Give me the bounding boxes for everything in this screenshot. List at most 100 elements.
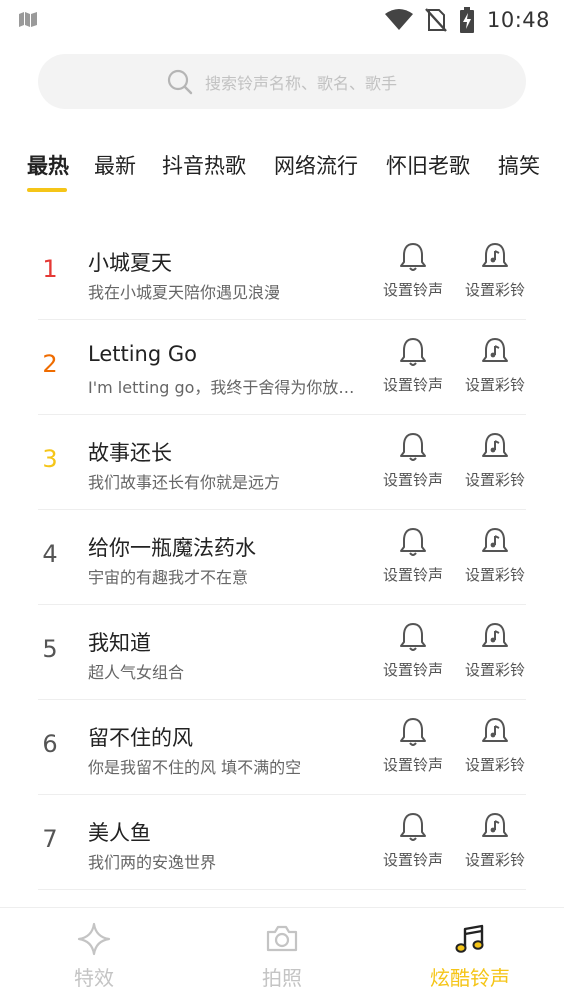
bell-music-icon — [482, 433, 508, 457]
bell-music-icon — [482, 718, 508, 742]
nav-camera[interactable]: 拍照 — [222, 922, 342, 991]
battery-charging-icon — [459, 7, 474, 33]
bell-music-icon — [482, 623, 508, 647]
set-ringtone-label: 设置铃声 — [382, 566, 443, 584]
list-item[interactable]: 2 Letting Go I'm letting go，我终于舍得为你放开手 设… — [0, 320, 564, 415]
list-item[interactable]: 5 我知道 超人气女组合 设置铃声 设置彩铃 — [0, 605, 564, 700]
song-title: Letting Go — [88, 342, 197, 366]
set-ringtone-label: 设置铃声 — [382, 756, 443, 774]
bell-music-icon — [482, 338, 508, 362]
rank-number: 5 — [42, 635, 58, 663]
music-note-icon — [455, 924, 484, 953]
bell-icon — [400, 243, 426, 271]
set-color-ring-label: 设置彩铃 — [464, 281, 525, 299]
set-ringtone-button[interactable]: 设置铃声 — [378, 431, 448, 490]
set-color-ring-label: 设置彩铃 — [464, 376, 525, 394]
bell-music-icon — [482, 243, 508, 267]
rank-number: 6 — [42, 730, 58, 758]
status-time: 10:48 — [486, 8, 550, 32]
search-icon — [167, 69, 193, 94]
sparkle-icon — [77, 922, 111, 956]
search-placeholder: 搜索铃声名称、歌名、歌手 — [204, 73, 397, 93]
search-bar[interactable]: 搜索铃声名称、歌名、歌手 — [38, 54, 526, 109]
tab-funny[interactable]: 搞笑 — [498, 146, 540, 190]
active-tab-indicator — [27, 188, 67, 192]
no-sim-icon — [425, 8, 447, 32]
rank-number: 1 — [42, 255, 58, 283]
list-item[interactable]: 7 美人鱼 我们两的安逸世界 设置铃声 设置彩铃 — [0, 795, 564, 890]
set-ringtone-button[interactable]: 设置铃声 — [378, 336, 448, 395]
song-title: 小城夏天 — [88, 251, 172, 275]
set-ringtone-button[interactable]: 设置铃声 — [378, 526, 448, 585]
nav-camera-label: 拍照 — [262, 966, 302, 990]
nav-cool-ringtones[interactable]: 炫酷铃声 — [410, 922, 530, 991]
tab-hottest[interactable]: 最热 — [27, 146, 69, 190]
set-color-ring-button[interactable]: 设置彩铃 — [460, 716, 530, 775]
divider — [38, 889, 526, 890]
song-subtitle: 宇宙的有趣我才不在意 — [88, 568, 249, 587]
set-ringtone-label: 设置铃声 — [382, 851, 443, 869]
set-ringtone-button[interactable]: 设置铃声 — [378, 811, 448, 870]
song-subtitle: 超人气女组合 — [88, 663, 185, 682]
set-ringtone-button[interactable]: 设置铃声 — [378, 241, 448, 300]
status-bar: 10:48 — [0, 0, 564, 40]
bell-icon — [400, 813, 426, 841]
status-right: 10:48 — [384, 6, 550, 34]
set-color-ring-label: 设置彩铃 — [464, 566, 525, 584]
set-color-ring-label: 设置彩铃 — [464, 661, 525, 679]
tab-douyin-hits[interactable]: 抖音热歌 — [162, 146, 246, 190]
song-list: 1 小城夏天 我在小城夏天陪你遇见浪漫 设置铃声 设置彩铃 2 Letting … — [0, 225, 564, 890]
rank-number: 2 — [42, 350, 58, 378]
song-title: 给你一瓶魔法药水 — [88, 536, 256, 560]
song-title: 故事还长 — [88, 441, 172, 465]
song-subtitle: 我在小城夏天陪你遇见浪漫 — [88, 283, 281, 302]
bell-icon — [400, 433, 426, 461]
bottom-nav: 特效 拍照 炫酷铃声 — [0, 907, 564, 1002]
set-color-ring-button[interactable]: 设置彩铃 — [460, 811, 530, 870]
set-ringtone-label: 设置铃声 — [382, 661, 443, 679]
bell-icon — [400, 718, 426, 746]
set-ringtone-button[interactable]: 设置铃声 — [378, 621, 448, 680]
tab-internet-popular[interactable]: 网络流行 — [274, 146, 358, 190]
song-title: 美人鱼 — [88, 821, 151, 845]
nav-cool-ringtones-label: 炫酷铃声 — [430, 966, 510, 990]
song-subtitle: I'm letting go，我终于舍得为你放开手 — [88, 378, 360, 397]
tab-newest[interactable]: 最新 — [94, 146, 136, 190]
set-color-ring-button[interactable]: 设置彩铃 — [460, 526, 530, 585]
set-ringtone-label: 设置铃声 — [382, 471, 443, 489]
set-color-ring-button[interactable]: 设置彩铃 — [460, 431, 530, 490]
list-item[interactable]: 1 小城夏天 我在小城夏天陪你遇见浪漫 设置铃声 设置彩铃 — [0, 225, 564, 320]
song-title: 我知道 — [88, 631, 151, 655]
list-item[interactable]: 3 故事还长 我们故事还长有你就是远方 设置铃声 设置彩铃 — [0, 415, 564, 510]
song-title: 留不住的风 — [88, 726, 193, 750]
set-ringtone-label: 设置铃声 — [382, 281, 443, 299]
set-color-ring-label: 设置彩铃 — [464, 851, 525, 869]
song-subtitle: 我们两的安逸世界 — [88, 853, 217, 872]
rank-number: 4 — [42, 540, 58, 568]
list-item[interactable]: 4 给你一瓶魔法药水 宇宙的有趣我才不在意 设置铃声 设置彩铃 — [0, 510, 564, 605]
bell-music-icon — [482, 528, 508, 552]
nav-effects-label: 特效 — [74, 966, 114, 990]
list-item[interactable]: 6 留不住的风 你是我留不住的风 填不满的空 设置铃声 设置彩铃 — [0, 700, 564, 795]
bell-music-icon — [482, 813, 508, 837]
tab-classic-oldies[interactable]: 怀旧老歌 — [386, 146, 470, 190]
set-ringtone-label: 设置铃声 — [382, 376, 443, 394]
rank-number: 3 — [42, 445, 58, 473]
rank-number: 7 — [42, 825, 58, 853]
map-icon — [19, 12, 37, 27]
set-color-ring-button[interactable]: 设置彩铃 — [460, 621, 530, 680]
category-tabs: 最热 最新 抖音热歌 网络流行 怀旧老歌 搞笑 — [0, 146, 564, 198]
song-subtitle: 你是我留不住的风 填不满的空 — [88, 758, 302, 777]
bell-icon — [400, 623, 426, 651]
set-color-ring-label: 设置彩铃 — [464, 471, 525, 489]
nav-effects[interactable]: 特效 — [34, 922, 154, 991]
song-subtitle: 我们故事还长有你就是远方 — [88, 473, 281, 492]
set-color-ring-button[interactable]: 设置彩铃 — [460, 336, 530, 395]
bell-icon — [400, 338, 426, 366]
wifi-icon — [384, 9, 413, 30]
set-color-ring-label: 设置彩铃 — [464, 756, 525, 774]
set-color-ring-button[interactable]: 设置彩铃 — [460, 241, 530, 300]
camera-icon — [266, 925, 298, 952]
set-ringtone-button[interactable]: 设置铃声 — [378, 716, 448, 775]
bell-icon — [400, 528, 426, 556]
